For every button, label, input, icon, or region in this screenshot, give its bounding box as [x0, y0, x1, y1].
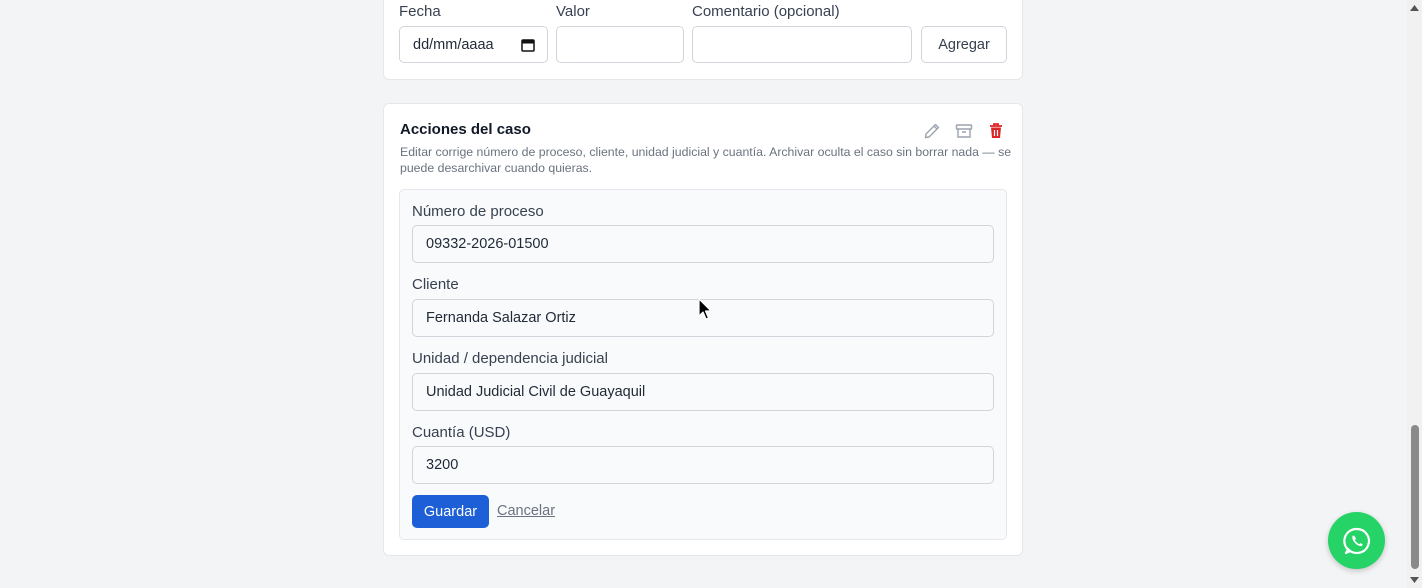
cuantia-input[interactable]: 3200: [412, 446, 994, 484]
numero-label: Número de proceso: [412, 203, 544, 220]
edit-case-form: Número de proceso 09332-2026-01500 Clien…: [399, 189, 1007, 540]
valor-label: Valor: [556, 3, 590, 20]
scroll-thumb[interactable]: [1411, 425, 1419, 569]
fecha-label: Fecha: [399, 3, 441, 20]
page-scrollbar[interactable]: [1407, 0, 1422, 588]
cuantia-label: Cuantía (USD): [412, 424, 511, 441]
archive-icon[interactable]: [954, 121, 974, 141]
whatsapp-button[interactable]: [1328, 512, 1385, 569]
case-actions-title: Acciones del caso: [400, 121, 531, 138]
numero-input[interactable]: 09332-2026-01500: [412, 225, 994, 263]
unidad-input[interactable]: Unidad Judicial Civil de Guayaquil: [412, 373, 994, 411]
whatsapp-icon: [1342, 527, 1370, 554]
trash-icon[interactable]: [986, 121, 1006, 141]
mouse-cursor-icon: [698, 298, 712, 320]
fecha-placeholder: dd/mm/aaaa: [413, 36, 494, 53]
calendar-icon[interactable]: [521, 38, 535, 52]
comentario-input[interactable]: [692, 26, 912, 63]
cancelar-link[interactable]: Cancelar: [497, 503, 555, 519]
scroll-up-arrow-icon[interactable]: [1409, 3, 1420, 13]
scroll-down-arrow-icon[interactable]: [1409, 575, 1420, 585]
valor-input[interactable]: [556, 26, 684, 63]
pencil-icon[interactable]: [922, 121, 942, 141]
case-actions-description: Editar corrige número de proceso, client…: [400, 145, 1012, 175]
case-actions-card: Acciones del caso Editar corrige número …: [383, 103, 1023, 556]
unidad-label: Unidad / dependencia judicial: [412, 350, 608, 367]
fecha-input[interactable]: dd/mm/aaaa: [399, 26, 548, 63]
agregar-button[interactable]: Agregar: [921, 26, 1007, 63]
cliente-label: Cliente: [412, 276, 459, 293]
movement-form-card: Fecha Valor Comentario (opcional) dd/mm/…: [383, 0, 1023, 80]
case-actions-icons: [922, 121, 1006, 141]
comentario-label: Comentario (opcional): [692, 3, 840, 20]
guardar-button[interactable]: Guardar: [412, 495, 489, 528]
